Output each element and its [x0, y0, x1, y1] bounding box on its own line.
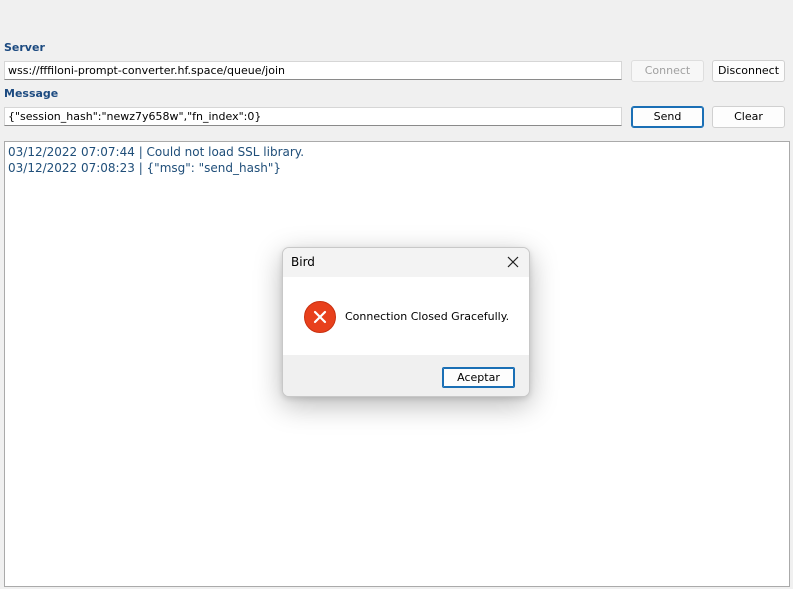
dialog-title: Bird — [291, 255, 315, 269]
log-line: 03/12/2022 07:07:44 | Could not load SSL… — [8, 145, 305, 159]
server-label: Server — [4, 41, 45, 54]
message-label: Message — [4, 87, 59, 100]
message-dialog: Bird Connection Closed Gracefully. Acept… — [282, 247, 530, 397]
clear-button[interactable]: Clear — [712, 106, 785, 128]
log-line: 03/12/2022 07:08:23 | {"msg": "send_hash… — [8, 161, 281, 175]
server-url-input[interactable]: wss://fffiloni-prompt-converter.hf.space… — [4, 61, 622, 80]
dialog-message: Connection Closed Gracefully. — [345, 310, 510, 323]
close-icon[interactable] — [503, 252, 523, 272]
accept-button[interactable]: Aceptar — [442, 367, 515, 388]
dialog-body: Connection Closed Gracefully. — [283, 277, 529, 355]
send-button[interactable]: Send — [631, 106, 704, 128]
connect-button[interactable]: Connect — [631, 60, 704, 82]
disconnect-button[interactable]: Disconnect — [712, 60, 785, 82]
dialog-titlebar[interactable]: Bird — [283, 248, 529, 277]
error-icon — [304, 301, 336, 333]
message-input[interactable]: {"session_hash":"newz7y658w","fn_index":… — [4, 107, 622, 126]
dialog-footer: Aceptar — [283, 355, 529, 396]
